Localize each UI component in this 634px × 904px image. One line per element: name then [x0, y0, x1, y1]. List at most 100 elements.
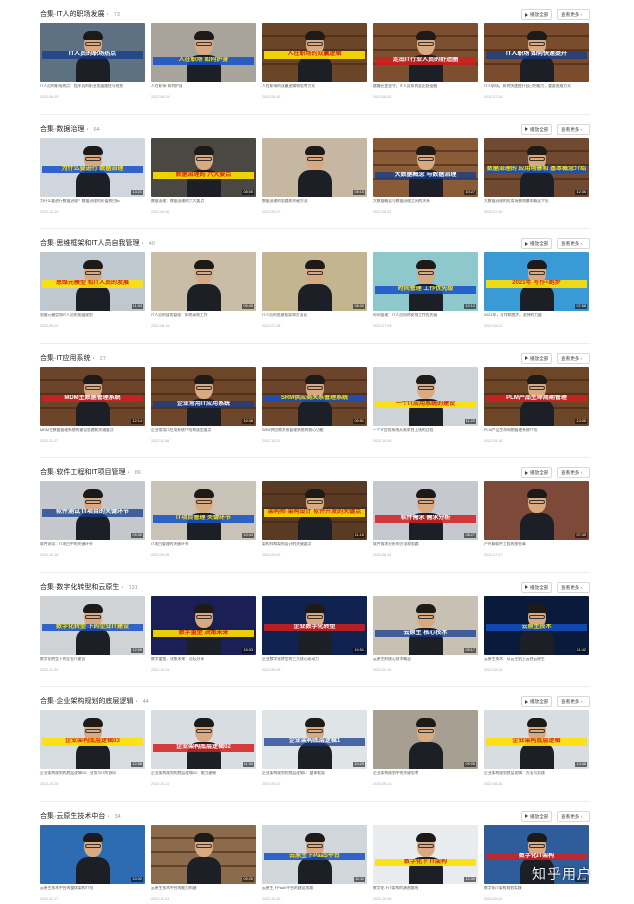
video-card[interactable]: 走出IT行业人员的舒适圈 跳槽还是坚守，IT人员如何走出舒适圈 2022-08-03: [373, 23, 478, 103]
video-thumbnail[interactable]: SRM供应商关系管理系统 09:51: [262, 366, 367, 426]
video-thumbnail[interactable]: 为什么要进行 数据治理 13:21: [40, 137, 145, 197]
video-title[interactable]: IT人员的自我管理：如何高效工作: [151, 313, 256, 323]
collection-title[interactable]: 合集·IT人的职场发展 · 73: [40, 9, 120, 21]
video-title[interactable]: 数字化IT架构规划实践: [484, 886, 589, 896]
video-title[interactable]: 架构师和架构设计的关键要点: [262, 542, 367, 552]
video-card[interactable]: 数字化转型 下的企业IT建设 12:09 数字化转型下的企业IT建设 2022-11-…: [40, 595, 145, 676]
collection-title[interactable]: 合集·云原生技术中台 · 34: [40, 811, 121, 823]
video-thumbnail[interactable]: 软件测试 IT项目的关键环节 09:30: [40, 481, 145, 540]
view-more-button[interactable]: 查看更多 ›: [557, 9, 590, 20]
video-card[interactable]: PLM产品生命周期管理 13:05 PLM产品生命周期管理系统介绍 2022-09-1…: [484, 366, 589, 447]
collection-title[interactable]: 合集·企业架构规划的底层逻辑 · 44: [40, 696, 149, 708]
play-all-button[interactable]: 播放全部: [521, 696, 552, 707]
video-card[interactable]: 企业架构底层逻辑03 12:58 企业架构规划的底层逻辑03：业务与IT的协同 202…: [40, 710, 145, 790]
video-title[interactable]: 人在职场·如何护身: [151, 84, 256, 94]
video-card[interactable]: 2021年 写作+跑步 07:58 2021年，写作和跑步，坚持的力量 2022-06…: [484, 252, 589, 332]
video-title[interactable]: IT人员的思维框架和方法论: [262, 313, 367, 323]
video-thumbnail[interactable]: 数字重塑 决策未来 15:33: [151, 595, 256, 655]
video-title[interactable]: 云原生技术中台的能力构建: [151, 886, 256, 896]
view-more-button[interactable]: 查看更多 ›: [557, 696, 590, 707]
video-title[interactable]: 企业架构规划中的关键思考: [373, 771, 478, 781]
video-card[interactable]: IT项目管理 关键环节 10:44 IT项目管理的关键环节 2022-09-25: [151, 481, 256, 561]
video-title[interactable]: SRM供应商关系管理系统的核心功能: [262, 428, 367, 438]
video-thumbnail[interactable]: 时间管理 工作优先级 10:12: [373, 252, 478, 311]
video-title[interactable]: 企业架构规划底层逻辑：方法与实践: [484, 771, 589, 781]
video-title[interactable]: 软件测试：IT项目中的关键环节: [40, 542, 145, 552]
video-thumbnail[interactable]: IT项目管理 关键环节 10:44: [151, 481, 256, 540]
collection-title[interactable]: 合集·数字化转型和云原生 · 131: [40, 582, 138, 594]
view-more-button[interactable]: 查看更多 ›: [557, 810, 590, 822]
video-title[interactable]: IT人员的职场热点：程序员的职业发展路径与规划: [40, 84, 145, 94]
video-card[interactable]: 思维元模型 和IT人员的发展 11:03 思维元模型和IT人员的发展规划 2022-0…: [40, 252, 145, 332]
video-title[interactable]: PLM产品生命周期管理系统介绍: [484, 428, 589, 438]
video-title[interactable]: 一个IT应用系统从需求到上线的过程: [373, 428, 478, 438]
video-card[interactable]: 软件测试 IT项目的关键环节 09:30 软件测试：IT项目中的关键环节 2022-1…: [40, 481, 145, 561]
video-card[interactable]: 为什么要进行 数据治理 13:21 为什么要进行数据治理？数据治理的价值和目标 202…: [40, 137, 145, 218]
video-card[interactable]: 架构师 架构设计 软件开发的关键点 11:16 架构师和架构设计的关键要点 2022-…: [262, 481, 367, 561]
video-title[interactable]: 数据治理：数据治理的六大要点: [151, 199, 256, 209]
video-card[interactable]: 云原生 核心技术 09:17 云原生的核心技术概念 2022-09-10: [373, 595, 478, 676]
video-card[interactable]: 云原生下PaaS平台 11:11 云原生下PaaS平台的建设思路 2022-10-20: [262, 824, 367, 904]
view-more-button[interactable]: 查看更多 ›: [557, 467, 590, 478]
video-card[interactable]: 企业架构底层逻辑02 11:34 企业架构规划的底层逻辑02：能力建模 2022-10…: [151, 710, 256, 790]
video-title[interactable]: 云原生下PaaS平台的建设思路: [262, 886, 367, 896]
video-title[interactable]: 企业架构规划的底层逻辑1：整体框架: [262, 771, 367, 781]
video-card[interactable]: 企业常用IT应用系统 10:38 企业常用IT应用系统介绍和选型要点 2022-11-…: [151, 366, 256, 447]
video-thumbnail[interactable]: 思维元模型 和IT人员的发展 11:03: [40, 252, 145, 311]
video-card[interactable]: 人在职场 如何护身 人在职场·如何护身 2022-08-29: [151, 23, 256, 103]
collection-title[interactable]: 合集·IT应用系统 · 27: [40, 353, 106, 365]
video-card[interactable]: 09:45 IT人员的自我管理：如何高效工作 2022-08-16: [151, 252, 256, 332]
video-thumbnail[interactable]: 企业架构底层逻辑1 10:20: [262, 710, 367, 769]
video-thumbnail[interactable]: 数字化转型 下的企业IT建设 12:09: [40, 595, 145, 655]
video-title[interactable]: 云原生技术中台的整体架构介绍: [40, 886, 145, 896]
video-thumbnail[interactable]: 架构师 架构设计 软件开发的关键点 11:16: [262, 481, 367, 540]
video-thumbnail[interactable]: 2021年 写作+跑步 07:58: [484, 252, 589, 311]
video-thumbnail[interactable]: 企业数字化转型 10:51: [262, 595, 367, 655]
play-all-button[interactable]: 播放全部: [521, 123, 552, 135]
video-thumbnail[interactable]: 数据治理的 应用场景和 基本概念介绍 12:36: [484, 137, 589, 197]
video-title[interactable]: 为什么要进行数据治理？数据治理的价值和目标: [40, 199, 145, 209]
video-thumbnail[interactable]: IT人员的职场热点: [40, 23, 145, 82]
video-card[interactable]: 09:26 云原生技术中台的能力构建 2022-11-03: [151, 824, 256, 904]
video-card[interactable]: 云原生技术 11:42 云原生技术：从云主机上云到云原生 2022-08-24: [484, 595, 589, 676]
video-title[interactable]: 企业数字化转型的三大核心驱动力: [262, 657, 367, 667]
video-thumbnail[interactable]: 09:45: [151, 252, 256, 311]
video-thumbnail[interactable]: 数字化下 IT架构 12:30: [373, 824, 478, 884]
video-title[interactable]: 2021年，写作和跑步，坚持的力量: [484, 313, 589, 323]
play-all-button[interactable]: 播放全部: [521, 238, 552, 249]
video-card[interactable]: 一个IT应用系统的建设 11:20 一个IT应用系统从需求到上线的过程 2022-10…: [373, 366, 478, 447]
video-title[interactable]: 户外聊软件工程的那些事: [484, 542, 589, 552]
video-title[interactable]: 跳槽还是坚守，IT人员如何走出舒适圈: [373, 84, 478, 94]
video-thumbnail[interactable]: 人在职场 如何护身: [151, 23, 256, 82]
play-all-button[interactable]: 播放全部: [521, 810, 552, 822]
video-title[interactable]: 企业常用IT应用系统介绍和选型要点: [151, 428, 256, 438]
video-title[interactable]: 企业架构规划的底层逻辑03：业务与IT的协同: [40, 771, 145, 781]
video-card[interactable]: SRM供应商关系管理系统 09:51 SRM供应商关系管理系统的核心功能 2022-1…: [262, 366, 367, 447]
video-thumbnail[interactable]: 10:02: [40, 824, 145, 884]
video-card[interactable]: 08:32 IT人员的思维框架和方法论 2022-07-28: [262, 252, 367, 332]
video-thumbnail[interactable]: 企业常用IT应用系统 10:38: [151, 366, 256, 426]
play-all-button[interactable]: 播放全部: [521, 581, 552, 593]
video-title[interactable]: 软件需求分析的方法和思路: [373, 542, 478, 552]
video-thumbnail[interactable]: PLM产品生命周期管理 13:05: [484, 366, 589, 426]
video-thumbnail[interactable]: 数据治理的 六大要点 08:05: [151, 137, 256, 197]
video-title[interactable]: 大数据概念与数据治理之间的关系: [373, 199, 478, 209]
video-card[interactable]: 数据治理的 应用场景和 基本概念介绍 12:36 大数据治理的应用场景和基本概念介绍…: [484, 137, 589, 218]
video-title[interactable]: MDM主数据管理系统的建设思路和关键要点: [40, 428, 145, 438]
video-card[interactable]: 09:05 企业架构规划中的关键思考 2022-09-13: [373, 710, 478, 790]
video-card[interactable]: 企业架构底层逻辑1 10:20 企业架构规划的底层逻辑1：整体框架 2022-09-2…: [262, 710, 367, 790]
video-thumbnail[interactable]: 07:49: [484, 481, 589, 540]
video-card[interactable]: IT人职场 如何快速提升 IT人职场，如何快速提升自己的能力，重要思维方式 2022…: [484, 23, 589, 103]
video-thumbnail[interactable]: IT人职场 如何快速提升: [484, 23, 589, 82]
play-all-button[interactable]: 播放全部: [521, 352, 552, 364]
video-card[interactable]: 企业数字化转型 10:51 企业数字化转型的三大核心驱动力 2022-09-28: [262, 595, 367, 676]
video-thumbnail[interactable]: 云原生 核心技术 09:17: [373, 595, 478, 655]
video-card[interactable]: 企业架构底层逻辑 13:46 企业架构规划底层逻辑：方法与实践 2022-08-30: [484, 710, 589, 790]
video-title[interactable]: 大数据治理的应用场景和基本概念介绍: [484, 199, 589, 209]
video-card[interactable]: 08:15 数据治理的思路和关键方法 2022-09-07: [262, 137, 367, 218]
view-more-button[interactable]: 查看更多 ›: [557, 352, 590, 364]
video-thumbnail[interactable]: MDM主数据管理系统 12:14: [40, 366, 145, 426]
video-card[interactable]: 07:49 户外聊软件工程的那些事 2022-07-27: [484, 481, 589, 561]
video-title[interactable]: 企业架构规划的底层逻辑02：能力建模: [151, 771, 256, 781]
video-thumbnail[interactable]: 软件需求 需求分析 08:27: [373, 481, 478, 540]
